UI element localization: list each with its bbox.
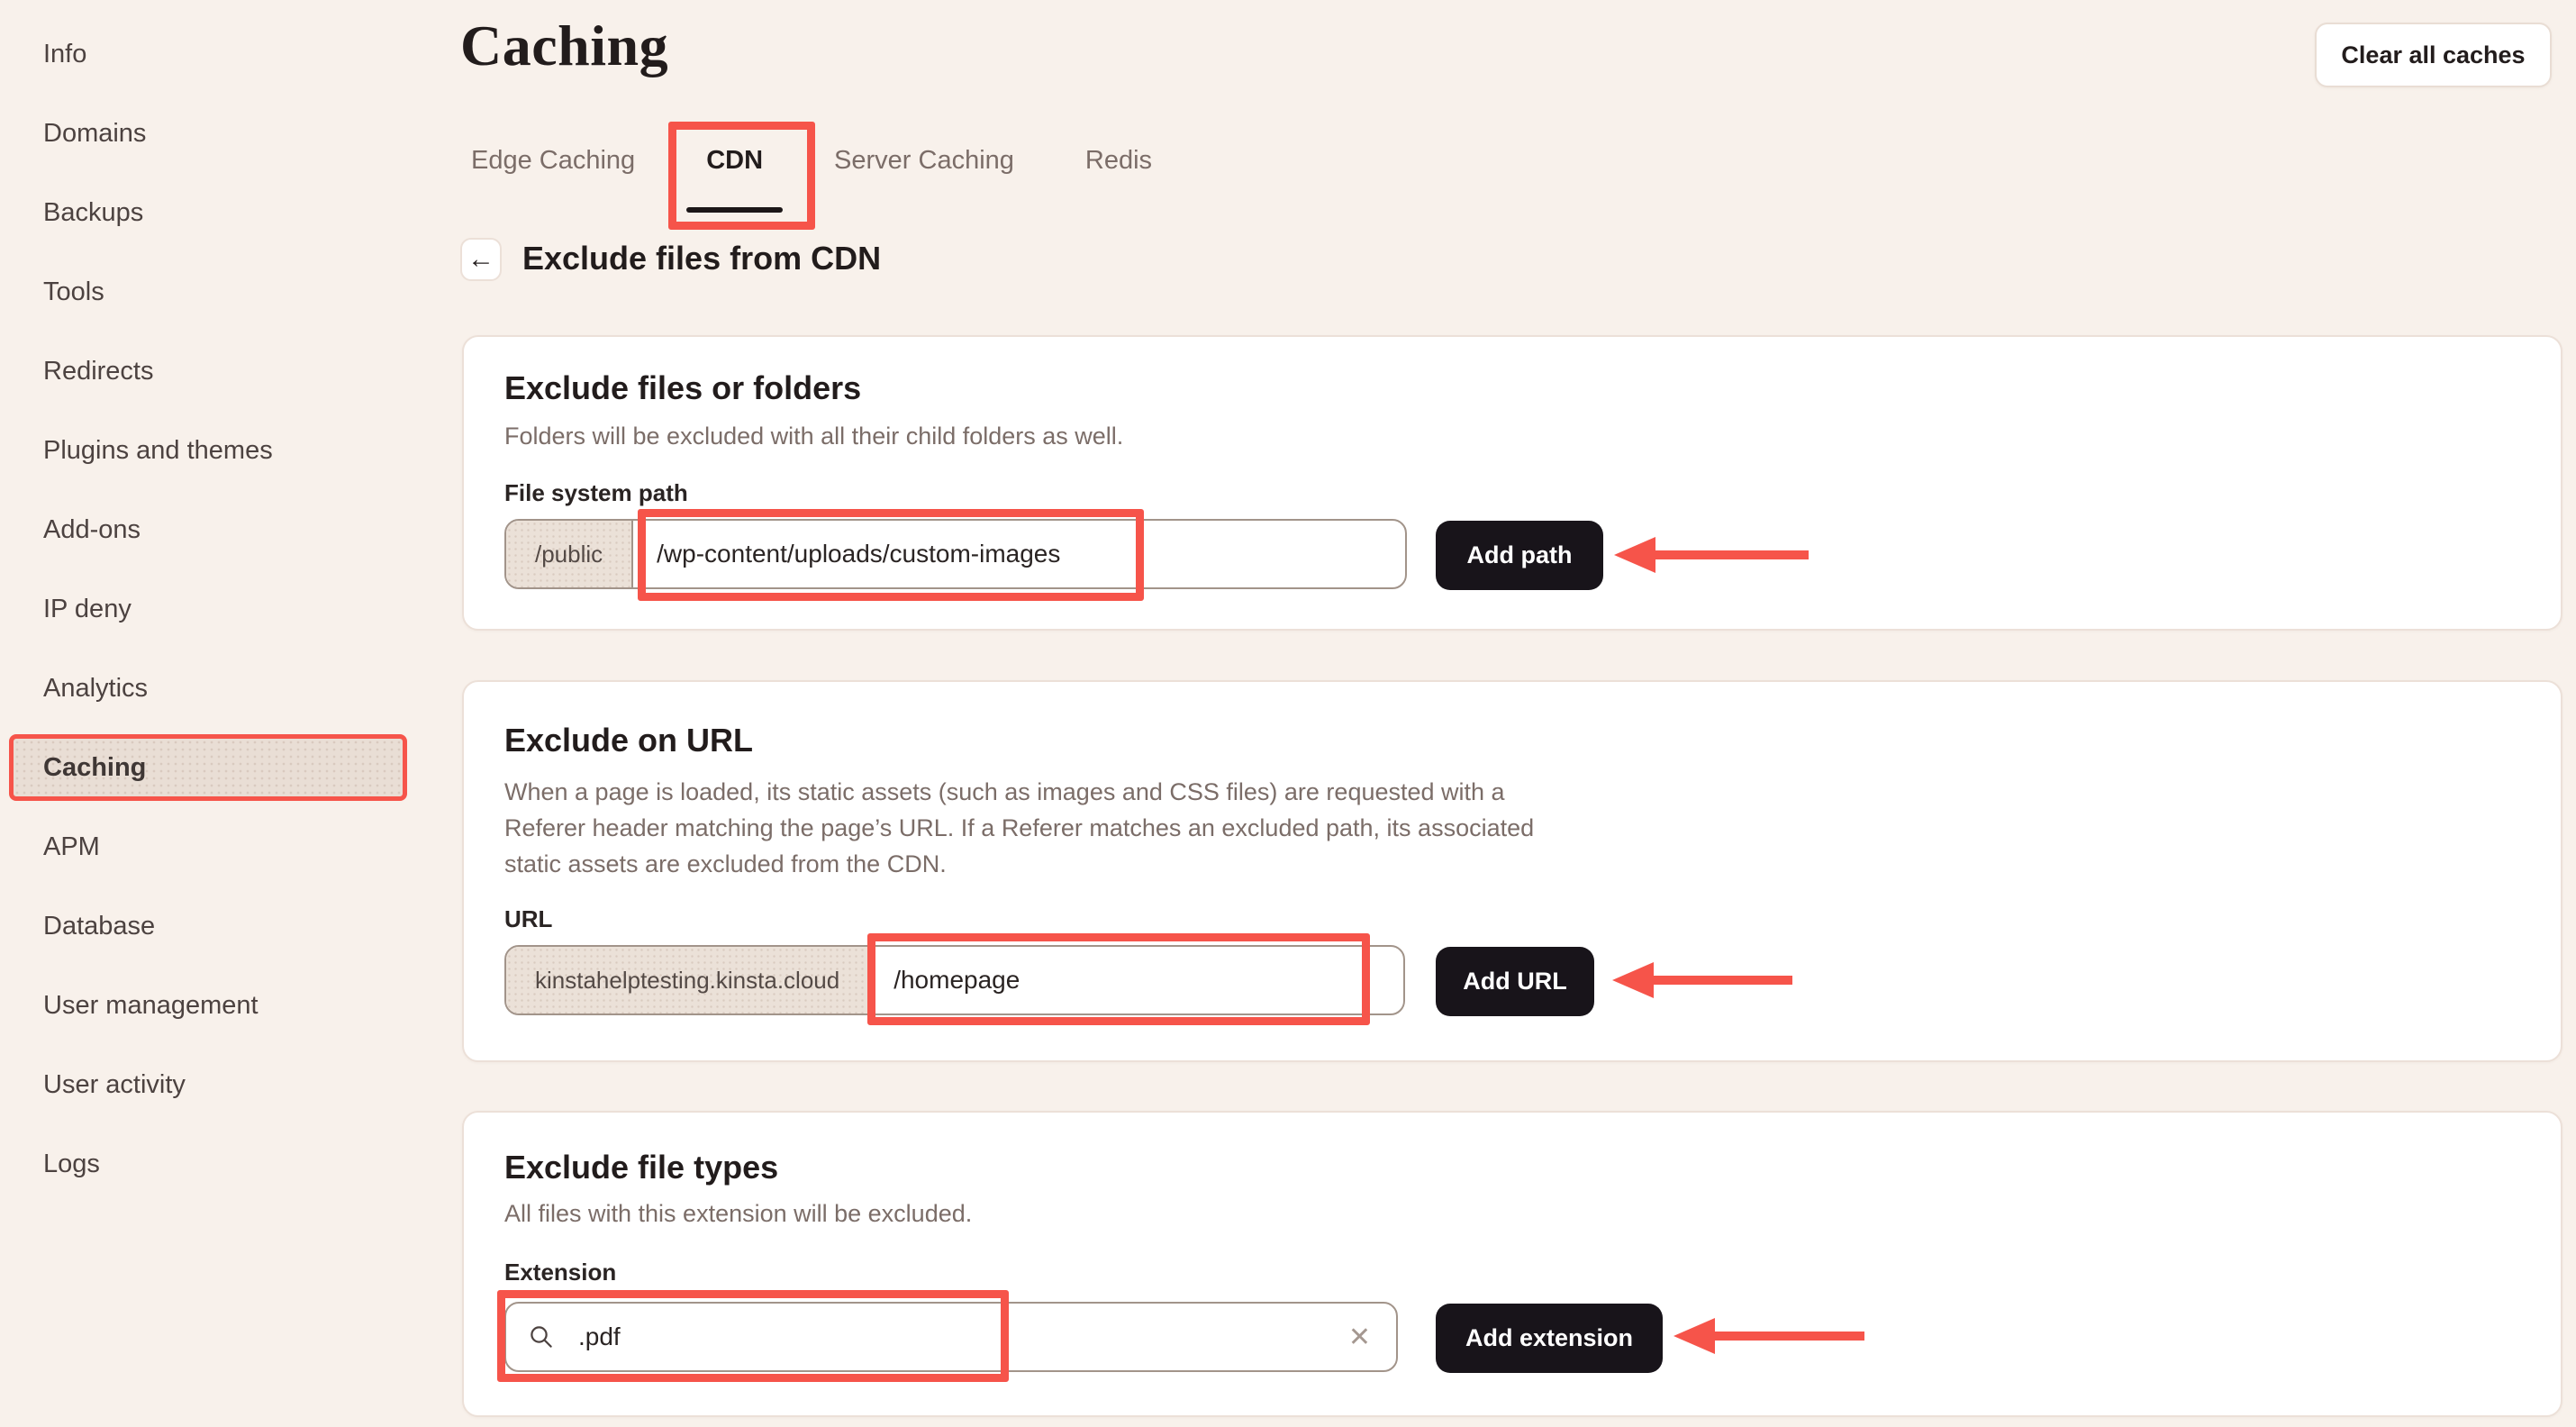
sidebar-item-redirects[interactable]: Redirects (0, 332, 432, 411)
add-path-button[interactable]: Add path (1436, 521, 1603, 590)
page-title: Caching (460, 13, 668, 79)
path-prefix-chip: /public (506, 521, 633, 587)
file-system-path-label: File system path (504, 479, 688, 507)
card-heading: Exclude files or folders (504, 369, 861, 407)
url-label: URL (504, 905, 552, 933)
tab-cdn[interactable]: CDN (706, 141, 763, 180)
description-line: Referer header matching the page’s URL. … (504, 810, 1534, 846)
extension-label: Extension (504, 1259, 616, 1286)
tab-edge-caching[interactable]: Edge Caching (471, 141, 635, 180)
exclude-files-card: Exclude files or folders Folders will be… (462, 335, 2562, 631)
extension-input[interactable] (555, 1322, 1348, 1351)
sidebar-item-ip-deny[interactable]: IP deny (0, 569, 432, 649)
sidebar-item-caching[interactable]: Caching (9, 734, 407, 801)
exclude-file-types-card: Exclude file types All files with this e… (462, 1111, 2562, 1417)
exclude-url-card: Exclude on URL When a page is loaded, it… (462, 680, 2562, 1062)
sidebar-item-logs[interactable]: Logs (0, 1124, 432, 1204)
search-icon (528, 1323, 555, 1350)
card-description: When a page is loaded, its static assets… (504, 774, 1534, 882)
sidebar-item-plugins-and-themes[interactable]: Plugins and themes (0, 411, 432, 490)
sidebar-item-apm[interactable]: APM (0, 807, 432, 886)
card-description: All files with this extension will be ex… (504, 1195, 972, 1232)
sidebar-item-add-ons[interactable]: Add-ons (0, 490, 432, 569)
url-input-group: kinstahelptesting.kinsta.cloud (504, 945, 1405, 1015)
file-system-path-input[interactable] (633, 521, 1405, 587)
sidebar-item-backups[interactable]: Backups (0, 173, 432, 252)
description-line: When a page is loaded, its static assets… (504, 774, 1534, 810)
sidebar-item-domains[interactable]: Domains (0, 94, 432, 173)
sidebar-item-user-management[interactable]: User management (0, 966, 432, 1045)
file-system-path-input-group: /public (504, 519, 1407, 589)
section-title: Exclude files from CDN (522, 240, 881, 277)
sidebar: Info Domains Backups Tools Redirects Plu… (0, 0, 432, 1204)
clear-all-caches-button[interactable]: Clear all caches (2315, 23, 2552, 87)
description-line: static assets are excluded from the CDN. (504, 846, 1534, 882)
add-extension-button[interactable]: Add extension (1436, 1304, 1663, 1373)
extension-input-group: ✕ (504, 1302, 1398, 1372)
clear-input-icon[interactable]: ✕ (1348, 1322, 1371, 1353)
sidebar-item-analytics[interactable]: Analytics (0, 649, 432, 728)
card-heading: Exclude on URL (504, 722, 753, 759)
sidebar-item-tools[interactable]: Tools (0, 252, 432, 332)
tab-redis[interactable]: Redis (1085, 141, 1152, 180)
sidebar-item-info[interactable]: Info (0, 14, 432, 94)
url-input[interactable] (870, 947, 1403, 1013)
sidebar-item-database[interactable]: Database (0, 886, 432, 966)
back-button[interactable]: ← (460, 238, 502, 281)
back-arrow-icon: ← (467, 244, 494, 275)
add-url-button[interactable]: Add URL (1436, 947, 1594, 1016)
sidebar-item-user-activity[interactable]: User activity (0, 1045, 432, 1124)
caching-tabs: Edge Caching CDN Server Caching Redis (471, 141, 1152, 180)
tab-server-caching[interactable]: Server Caching (834, 141, 1014, 180)
card-description: Folders will be excluded with all their … (504, 418, 1123, 454)
domain-prefix-chip: kinstahelptesting.kinsta.cloud (506, 947, 870, 1013)
card-heading: Exclude file types (504, 1149, 778, 1186)
